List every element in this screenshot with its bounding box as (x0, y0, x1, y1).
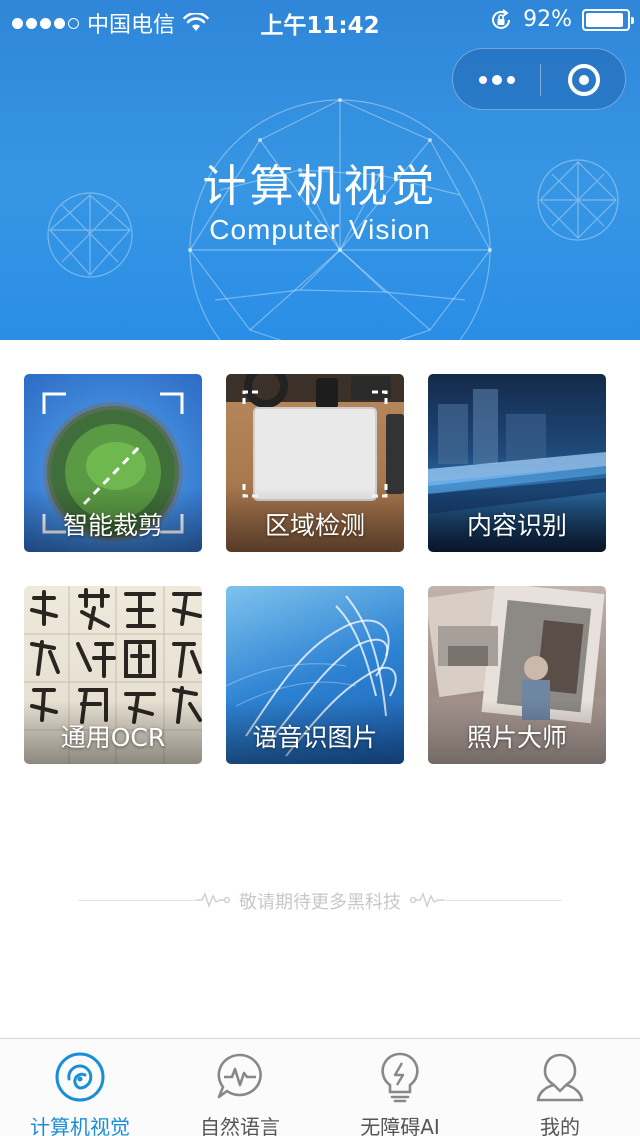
header-banner: 中国电信 上午11:42 92% 计算机视觉 Computer Vision (0, 0, 640, 340)
divider-right (444, 900, 562, 901)
rotation-lock-icon (492, 8, 511, 29)
battery-icon (582, 8, 634, 31)
vision-swirl-icon (55, 1052, 105, 1102)
bottom-tab-bar: 计算机视觉 自然语言 无障碍AI 我的 (0, 1038, 640, 1136)
more-dots-icon (478, 76, 487, 84)
tab-natural-language[interactable]: 自然语言 (160, 1039, 320, 1136)
status-bar: 中国电信 上午11:42 92% (0, 0, 640, 40)
feature-tile-general-ocr[interactable]: 通用OCR (24, 586, 202, 764)
page-title: 计算机视觉 (202, 161, 438, 212)
person-icon (536, 1053, 584, 1102)
feature-tile-photo-master[interactable]: 照片大师 (428, 586, 606, 764)
wave-right-icon (409, 892, 444, 909)
tab-accessibility-ai[interactable]: 无障碍AI (320, 1039, 480, 1136)
tab-mine[interactable]: 我的 (480, 1039, 640, 1136)
feature-label: 照片大师 (466, 723, 567, 752)
feature-label: 语音识图片 (252, 723, 378, 752)
page-subtitle: Computer Vision (209, 214, 431, 245)
tab-label: 我的 (540, 1115, 580, 1136)
status-right: 92% (489, 7, 634, 32)
close-button[interactable] (540, 49, 627, 111)
feature-label: 内容识别 (466, 511, 567, 540)
feature-tile-content-recognition[interactable]: 内容识别 (428, 374, 606, 552)
more-button[interactable] (453, 49, 540, 111)
chat-wave-icon (217, 1053, 262, 1099)
coming-soon-text: 敬请期待更多黑科技 (239, 892, 401, 913)
feature-label: 智能裁剪 (62, 511, 163, 540)
tab-label: 自然语言 (200, 1115, 280, 1136)
tab-label: 无障碍AI (360, 1115, 440, 1136)
feature-label: 区域检测 (264, 511, 365, 540)
target-ring-icon (567, 64, 600, 96)
mini-program-capsule (452, 48, 626, 110)
feature-tile-smart-crop[interactable]: 智能裁剪 (24, 374, 202, 552)
feature-tile-region-detect[interactable]: 区域检测 (226, 374, 404, 552)
lightbulb-icon (381, 1052, 419, 1103)
coming-soon-note: 敬请期待更多黑科技 (0, 886, 640, 916)
feature-tile-voice-to-image[interactable]: 语音识图片 (226, 586, 404, 764)
tab-computer-vision[interactable]: 计算机视觉 (0, 1039, 160, 1136)
feature-label: 通用OCR (60, 723, 166, 752)
tab-label: 计算机视觉 (30, 1115, 130, 1136)
battery-percent: 92% (523, 7, 572, 32)
